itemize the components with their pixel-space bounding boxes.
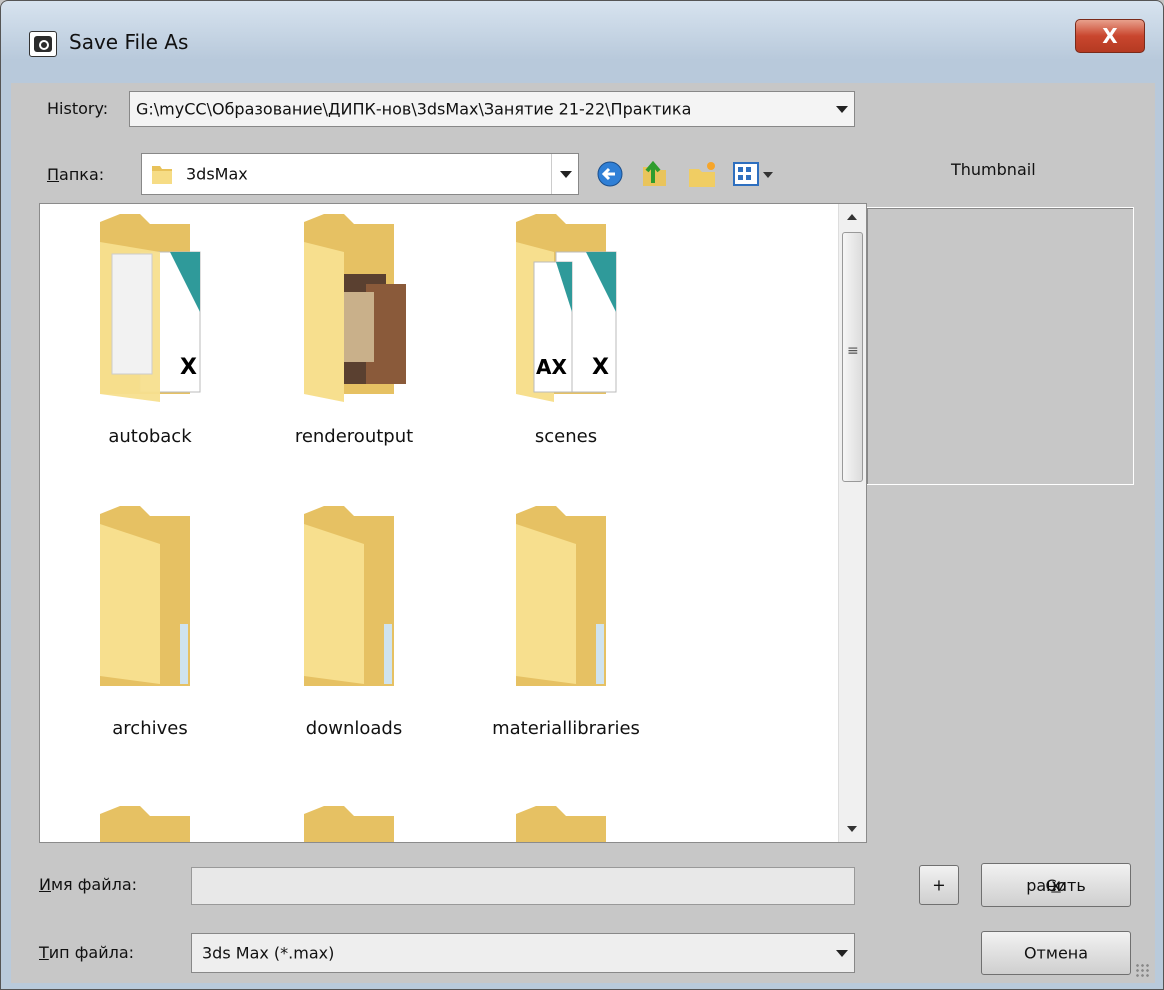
chevron-down-icon[interactable] (828, 92, 854, 126)
folder-name: materiallibraries (492, 718, 640, 739)
thumbnail-preview (866, 207, 1134, 485)
folder-item-scenes[interactable]: X AX scenes (466, 212, 666, 492)
plus-button[interactable]: + (919, 865, 959, 905)
folder-with-documents-icon: X (100, 214, 201, 402)
filetype-dropdown[interactable]: 3ds Max (*.max) (191, 933, 855, 973)
new-folder-icon[interactable] (685, 157, 719, 191)
chevron-down-icon[interactable] (828, 934, 854, 972)
window-title: Save File As (69, 30, 189, 54)
filename-label: Имя файла: (39, 875, 138, 894)
folder-item-renderoutput[interactable]: renderoutput (254, 212, 454, 492)
folder-with-images-icon (304, 214, 406, 402)
folder-icon (100, 506, 190, 686)
title-bar[interactable]: Save File As X (1, 1, 1163, 83)
folder-icon (304, 506, 394, 686)
file-list[interactable]: X autoback renderoutput X AX scenes arch… (39, 203, 867, 843)
history-value: G:\myCC\Образование\ДИПК-нов\3dsMax\Заня… (136, 99, 692, 119)
close-button[interactable]: X (1075, 19, 1145, 53)
folder-icon (100, 806, 190, 842)
view-menu-icon[interactable] (731, 157, 779, 191)
folder-item-autoback[interactable]: X autoback (50, 212, 250, 492)
folder-name: scenes (534, 426, 598, 447)
folder-icon (304, 806, 394, 842)
app-icon (29, 31, 57, 57)
folder-name: autoback (108, 426, 192, 447)
filetype-label: Тип файла: (39, 943, 135, 962)
history-dropdown[interactable]: G:\myCC\Образование\ДИПК-нов\3dsMax\Заня… (129, 91, 855, 127)
filetype-value: 3ds Max (*.max) (202, 943, 335, 963)
scroll-thumb[interactable] (842, 232, 863, 482)
folder-icon (516, 506, 606, 686)
scroll-down-icon[interactable] (839, 818, 866, 842)
cancel-button[interactable]: Отмена (981, 931, 1131, 975)
history-label: History: (47, 99, 109, 118)
up-folder-icon[interactable] (637, 153, 671, 187)
folder-item-archives[interactable]: archives (50, 504, 250, 784)
vertical-scrollbar[interactable] (838, 204, 866, 842)
folder-name: renderoutput (294, 426, 414, 447)
svg-text:X: X (592, 355, 609, 380)
folder-icon (152, 166, 172, 184)
svg-text:X: X (180, 355, 197, 380)
folder-icon (516, 806, 606, 842)
folder-label: Папка: (47, 165, 105, 184)
resize-grip[interactable] (1135, 963, 1149, 977)
save-button[interactable]: Со х ранить (981, 863, 1131, 907)
folder-name: downloads (305, 718, 403, 739)
back-icon[interactable] (593, 157, 627, 191)
folder-item-materiallibraries[interactable]: materiallibraries (466, 504, 666, 784)
close-icon: X (1102, 24, 1118, 48)
chevron-down-icon[interactable] (551, 154, 578, 194)
scroll-up-icon[interactable] (839, 204, 866, 228)
folder-dropdown[interactable]: 3dsMax (141, 153, 579, 195)
folder-item-downloads[interactable]: downloads (254, 504, 454, 784)
thumbnail-label: Thumbnail (951, 160, 1036, 179)
svg-text:AX: AX (536, 355, 567, 379)
filename-input[interactable] (191, 867, 855, 905)
folder-with-documents-icon: X AX (516, 214, 617, 402)
dialog-body: History: G:\myCC\Образование\ДИПК-нов\3d… (11, 83, 1155, 983)
folder-name: archives (112, 718, 188, 739)
folder-value: 3dsMax (186, 164, 248, 184)
save-file-dialog: Save File As X History: G:\myCC\Образова… (0, 0, 1164, 990)
